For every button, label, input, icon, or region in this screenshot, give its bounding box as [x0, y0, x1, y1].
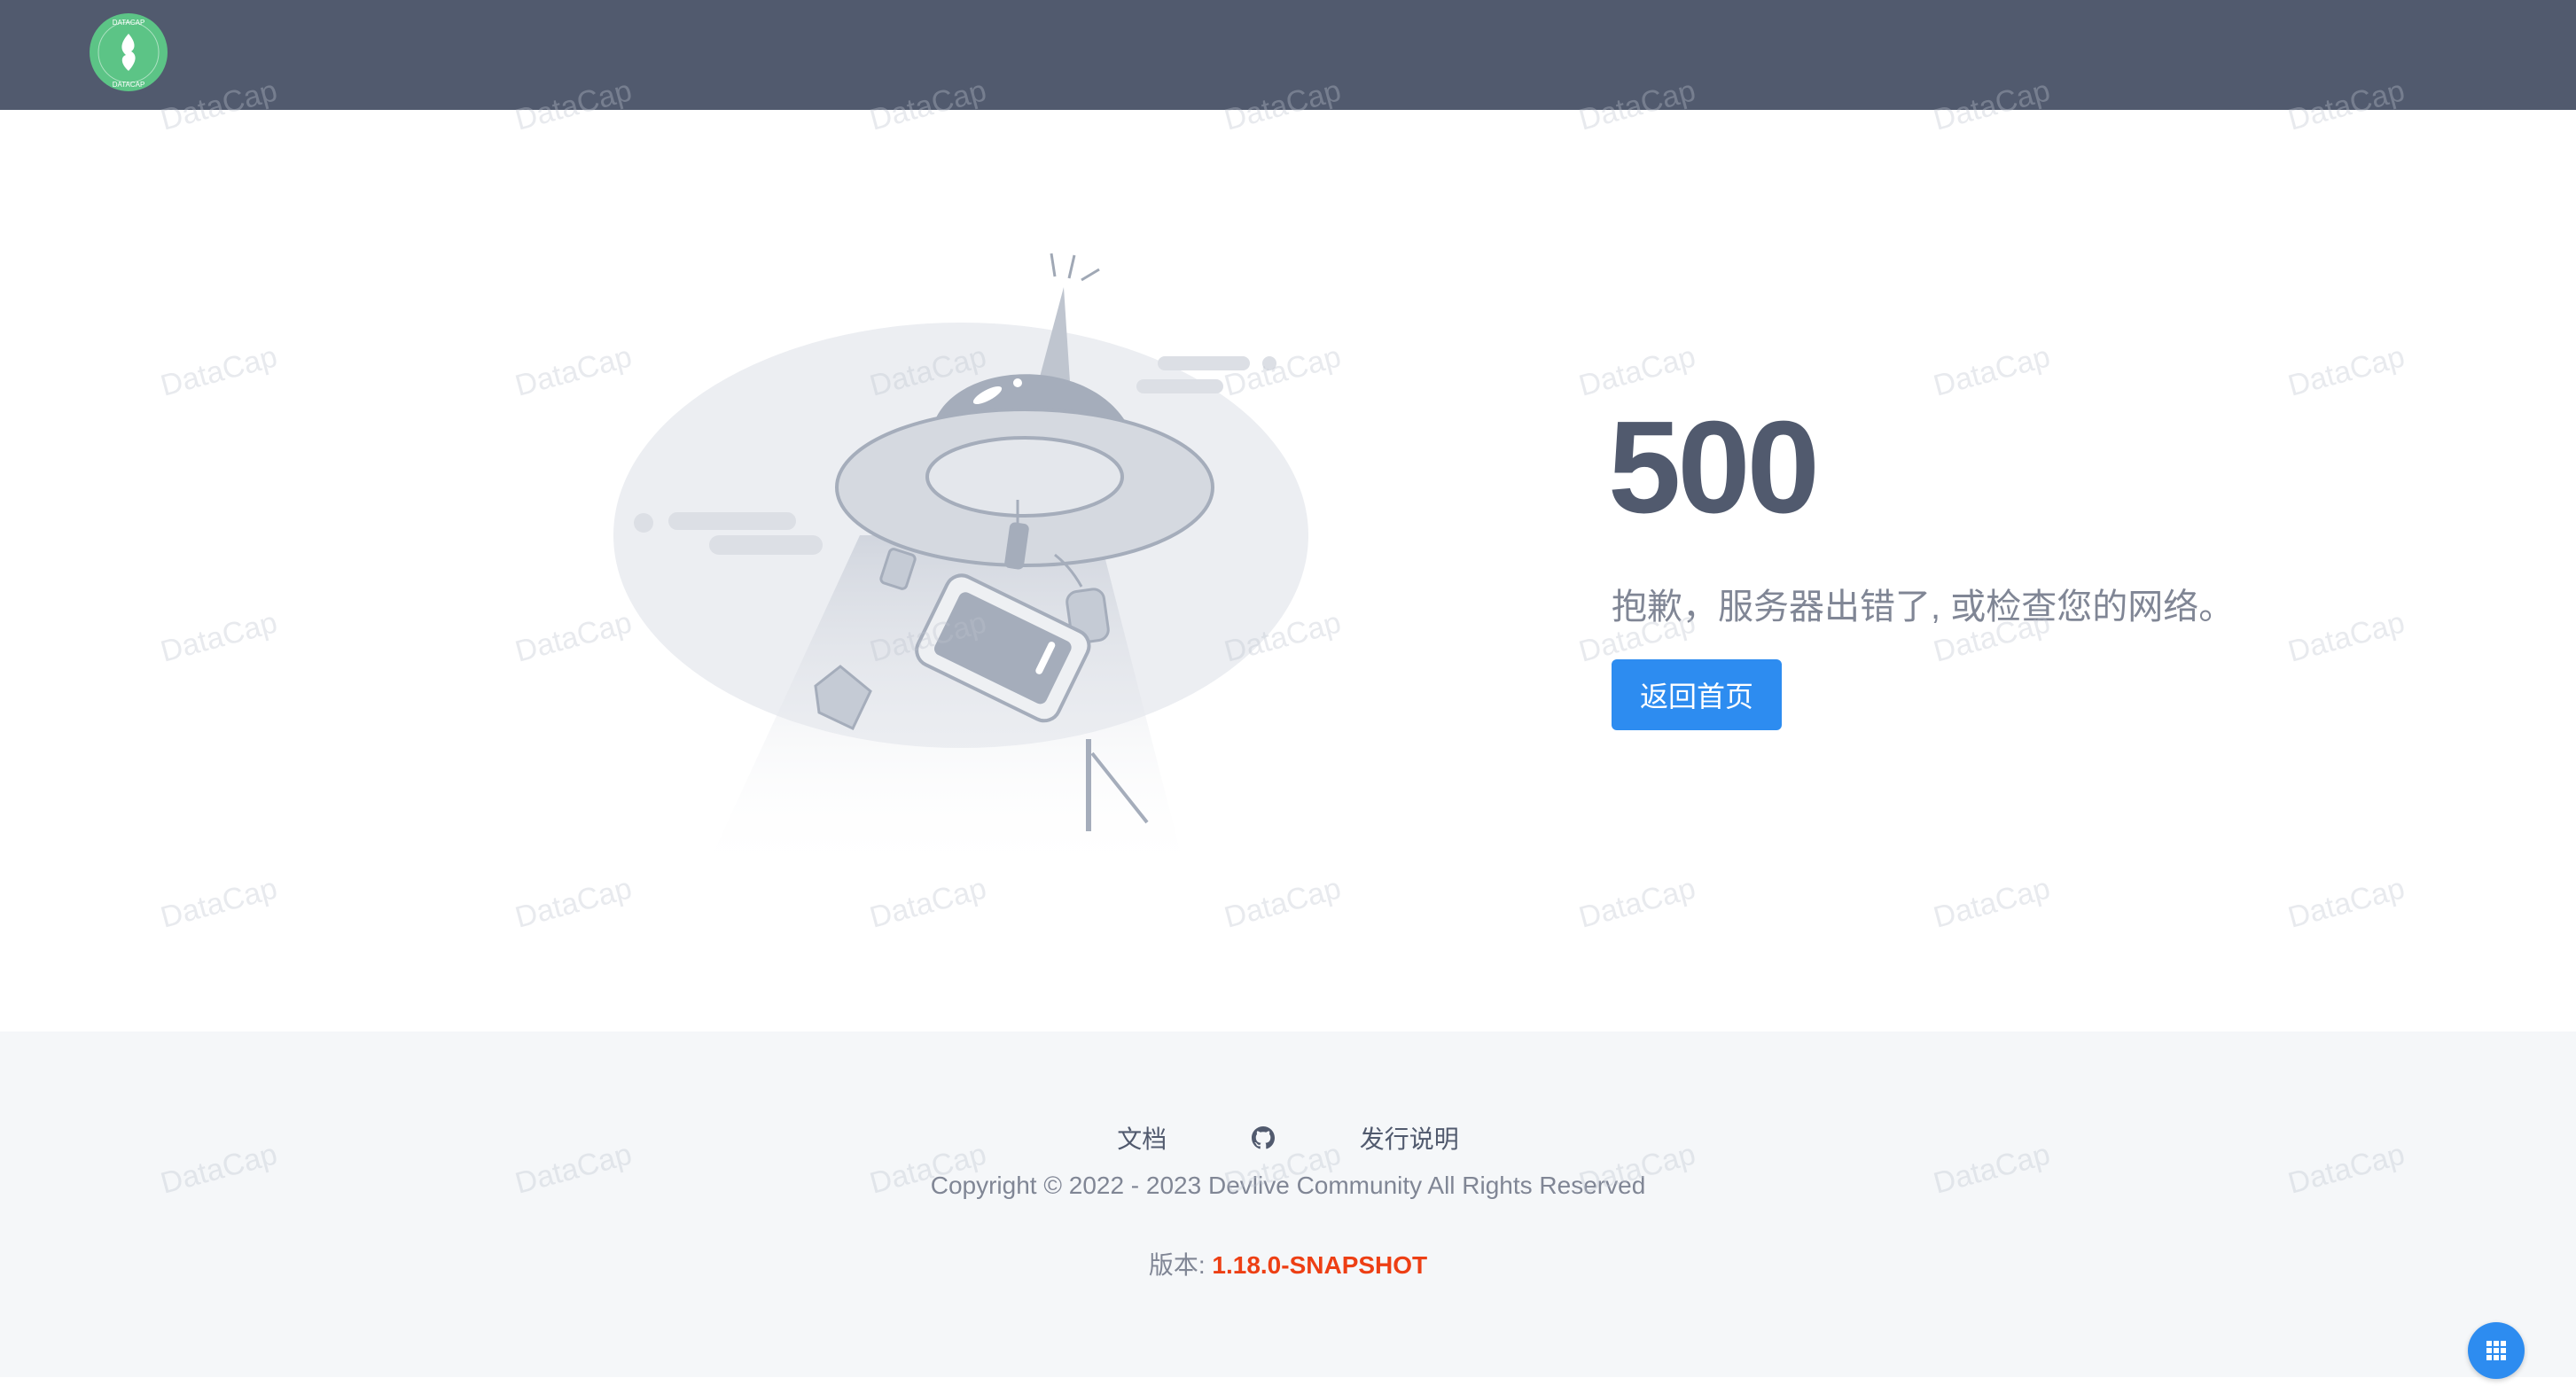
page: DATACAP DATACAP 500 抱歉，服务器出错了, 或检查您的网络。 …	[0, 0, 2576, 1386]
version-value: 1.18.0-SNAPSHOT	[1212, 1251, 1428, 1279]
version-label: 版本:	[1148, 1251, 1213, 1279]
main-content: 500 抱歉，服务器出错了, 或检查您的网络。 返回首页	[0, 110, 2576, 1032]
ufo-error-illustration	[613, 253, 1308, 881]
back-to-home-button[interactable]: 返回首页	[1612, 659, 1782, 730]
bottom-strip	[0, 1377, 2576, 1386]
error-code: 500	[1608, 394, 1820, 541]
error-message: 抱歉，服务器出错了, 或检查您的网络。	[1612, 588, 2235, 627]
footer-links: 文档 发行说明	[0, 1120, 2576, 1156]
top-header: DATACAP DATACAP	[0, 0, 2576, 110]
version-info: 版本: 1.18.0-SNAPSHOT	[0, 1246, 2576, 1281]
copyright-text: Copyright © 2022 - 2023 Devlive Communit…	[930, 1172, 1646, 1199]
datacap-logo[interactable]: DATACAP DATACAP	[89, 12, 168, 92]
github-icon[interactable]	[1252, 1126, 1275, 1149]
grid-icon	[2486, 1341, 2506, 1360]
docs-link[interactable]: 文档	[1117, 1120, 1167, 1156]
page-footer: 文档 发行说明 Copyright © 2022 - 2023 Devlive …	[0, 1032, 2576, 1377]
logo-lettering: DATACAP	[113, 19, 145, 27]
app-grid-button[interactable]	[2468, 1322, 2525, 1379]
logo-lettering-bottom: DATACAP	[113, 81, 145, 89]
release-notes-link[interactable]: 发行说明	[1360, 1120, 1459, 1156]
